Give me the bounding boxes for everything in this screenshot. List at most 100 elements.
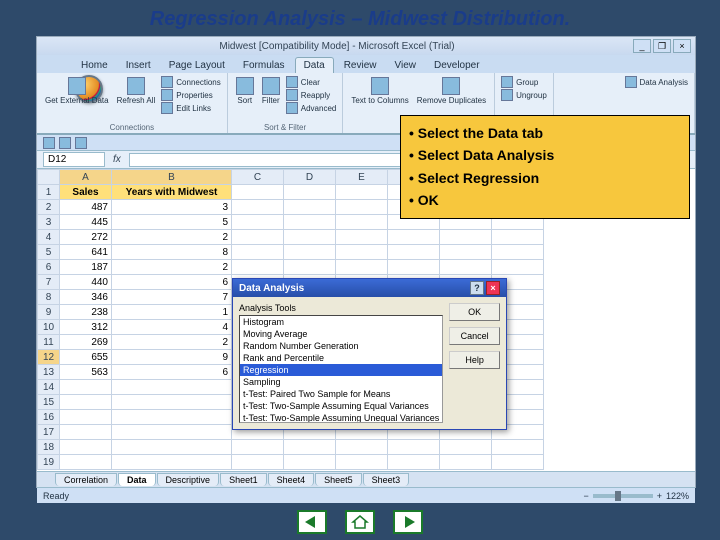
cell[interactable] bbox=[60, 425, 112, 440]
filter-button[interactable]: Filter bbox=[260, 76, 282, 106]
row-header[interactable]: 4 bbox=[38, 230, 60, 245]
sheet-tab-sheet4[interactable]: Sheet4 bbox=[268, 473, 315, 486]
refresh-all-button[interactable]: Refresh All bbox=[115, 76, 158, 106]
connections-button[interactable]: Connections bbox=[161, 76, 220, 88]
cell[interactable]: 272 bbox=[60, 230, 112, 245]
cell[interactable] bbox=[112, 440, 232, 455]
list-item[interactable]: t-Test: Two-Sample Assuming Equal Varian… bbox=[240, 400, 442, 412]
close-button[interactable]: × bbox=[673, 39, 691, 53]
row-header[interactable]: 16 bbox=[38, 410, 60, 425]
row-header[interactable]: 14 bbox=[38, 380, 60, 395]
header-years[interactable]: Years with Midwest bbox=[112, 185, 232, 200]
row-header[interactable]: 15 bbox=[38, 395, 60, 410]
ribbon-tab-insert[interactable]: Insert bbox=[118, 58, 159, 73]
cell[interactable] bbox=[112, 410, 232, 425]
cell[interactable] bbox=[60, 455, 112, 470]
cell[interactable]: 445 bbox=[60, 215, 112, 230]
properties-button[interactable]: Properties bbox=[161, 89, 220, 101]
save-icon[interactable] bbox=[43, 137, 55, 149]
home-slide-button[interactable] bbox=[345, 510, 375, 534]
row-header[interactable]: 7 bbox=[38, 275, 60, 290]
cell[interactable]: 2 bbox=[112, 335, 232, 350]
cell[interactable]: 9 bbox=[112, 350, 232, 365]
row-header[interactable]: 11 bbox=[38, 335, 60, 350]
cell[interactable]: 187 bbox=[60, 260, 112, 275]
cell[interactable]: 487 bbox=[60, 200, 112, 215]
ribbon-tab-data[interactable]: Data bbox=[295, 57, 334, 73]
row-header[interactable]: 5 bbox=[38, 245, 60, 260]
cell[interactable] bbox=[60, 395, 112, 410]
cell[interactable]: 1 bbox=[112, 305, 232, 320]
dialog-close-icon[interactable]: × bbox=[486, 281, 500, 295]
ribbon-tab-page-layout[interactable]: Page Layout bbox=[161, 58, 233, 73]
ribbon-tab-review[interactable]: Review bbox=[336, 58, 385, 73]
dialog-help-button[interactable]: Help bbox=[449, 351, 500, 369]
ribbon-tab-formulas[interactable]: Formulas bbox=[235, 58, 293, 73]
cell[interactable] bbox=[60, 410, 112, 425]
cell[interactable]: 3 bbox=[112, 200, 232, 215]
cell[interactable]: 5 bbox=[112, 215, 232, 230]
row-header[interactable]: 17 bbox=[38, 425, 60, 440]
sheet-tab-correlation[interactable]: Correlation bbox=[55, 473, 117, 486]
sort-button[interactable]: Sort bbox=[234, 76, 256, 106]
col-header-B[interactable]: B bbox=[112, 170, 232, 185]
redo-icon[interactable] bbox=[75, 137, 87, 149]
col-header-E[interactable]: E bbox=[336, 170, 388, 185]
header-sales[interactable]: Sales bbox=[60, 185, 112, 200]
row-header[interactable]: 13 bbox=[38, 365, 60, 380]
cell[interactable]: 655 bbox=[60, 350, 112, 365]
cell[interactable]: 563 bbox=[60, 365, 112, 380]
cell[interactable]: 440 bbox=[60, 275, 112, 290]
restore-button[interactable]: ❐ bbox=[653, 39, 671, 53]
list-item[interactable]: Rank and Percentile bbox=[240, 352, 442, 364]
text-to-columns-button[interactable]: Text to Columns bbox=[349, 76, 410, 106]
sheet-tab-data[interactable]: Data bbox=[118, 473, 156, 486]
dialog-help-icon[interactable]: ? bbox=[470, 281, 484, 295]
col-header-D[interactable]: D bbox=[284, 170, 336, 185]
row-header[interactable]: 9 bbox=[38, 305, 60, 320]
clear-button[interactable]: Clear bbox=[286, 76, 337, 88]
cell[interactable]: 238 bbox=[60, 305, 112, 320]
row-header[interactable]: 1 bbox=[38, 185, 60, 200]
cell[interactable]: 312 bbox=[60, 320, 112, 335]
cell[interactable] bbox=[112, 380, 232, 395]
cell[interactable]: 6 bbox=[112, 275, 232, 290]
cell[interactable]: 2 bbox=[112, 230, 232, 245]
cell[interactable]: 7 bbox=[112, 290, 232, 305]
cell[interactable]: 6 bbox=[112, 365, 232, 380]
list-item[interactable]: Random Number Generation bbox=[240, 340, 442, 352]
analysis-tools-listbox[interactable]: HistogramMoving AverageRandom Number Gen… bbox=[239, 315, 443, 423]
cell[interactable]: 8 bbox=[112, 245, 232, 260]
col-header-C[interactable]: C bbox=[232, 170, 284, 185]
cell[interactable] bbox=[112, 395, 232, 410]
cell[interactable] bbox=[112, 455, 232, 470]
list-item[interactable]: Sampling bbox=[240, 376, 442, 388]
row-header[interactable]: 19 bbox=[38, 455, 60, 470]
cell[interactable]: 4 bbox=[112, 320, 232, 335]
ungroup-button[interactable]: Ungroup bbox=[501, 89, 547, 101]
row-header[interactable]: 2 bbox=[38, 200, 60, 215]
sheet-tab-descriptive[interactable]: Descriptive bbox=[157, 473, 220, 486]
row-header[interactable]: 6 bbox=[38, 260, 60, 275]
list-item[interactable]: t-Test: Paired Two Sample for Means bbox=[240, 388, 442, 400]
get-external-data-button[interactable]: Get External Data bbox=[43, 76, 111, 106]
group-button[interactable]: Group bbox=[501, 76, 547, 88]
fx-label[interactable]: fx bbox=[113, 154, 121, 165]
list-item[interactable]: Regression bbox=[240, 364, 442, 376]
next-slide-button[interactable] bbox=[393, 510, 423, 534]
zoom-control[interactable]: −+ 122% bbox=[583, 491, 689, 501]
prev-slide-button[interactable] bbox=[297, 510, 327, 534]
col-header-A[interactable]: A bbox=[60, 170, 112, 185]
ribbon-tab-home[interactable]: Home bbox=[73, 58, 116, 73]
row-header[interactable]: 18 bbox=[38, 440, 60, 455]
ribbon-tab-developer[interactable]: Developer bbox=[426, 58, 488, 73]
cell[interactable] bbox=[112, 425, 232, 440]
advanced-button[interactable]: Advanced bbox=[286, 102, 337, 114]
cell[interactable] bbox=[60, 380, 112, 395]
cell[interactable]: 641 bbox=[60, 245, 112, 260]
sheet-tab-sheet5[interactable]: Sheet5 bbox=[315, 473, 362, 486]
list-item[interactable]: Histogram bbox=[240, 316, 442, 328]
cell[interactable]: 2 bbox=[112, 260, 232, 275]
undo-icon[interactable] bbox=[59, 137, 71, 149]
row-header[interactable]: 8 bbox=[38, 290, 60, 305]
